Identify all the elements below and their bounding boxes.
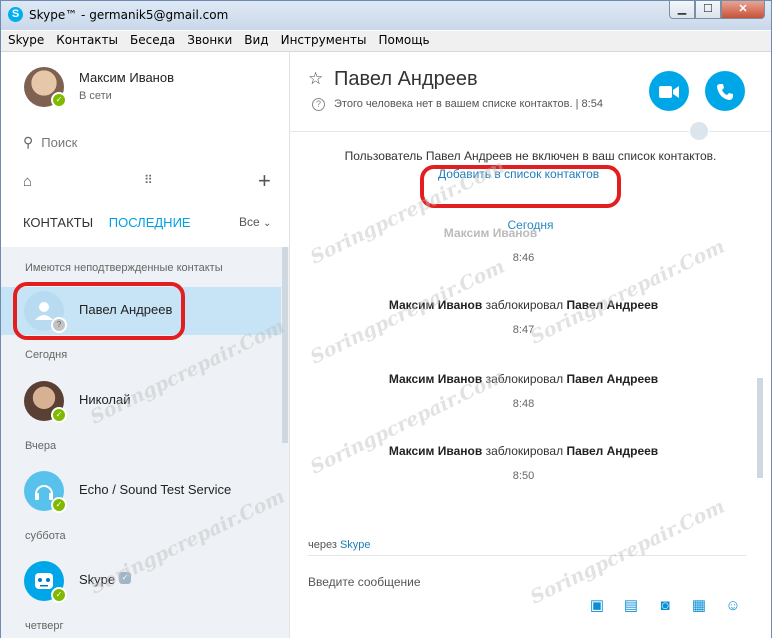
send-image-icon[interactable]: ▣ <box>586 597 608 615</box>
annotation-highlight-box <box>420 165 621 208</box>
menu-tools[interactable]: Инструменты <box>274 31 372 51</box>
info-icon: ? <box>312 98 325 111</box>
contact-name: Skype <box>79 572 116 587</box>
sidebar-tabs: КОНТАКТЫ ПОСЛЕДНИЕ <box>23 215 191 230</box>
tab-recent[interactable]: ПОСЛЕДНИЕ <box>109 215 191 230</box>
section-yesterday: Вчера <box>25 440 57 452</box>
via-skype-label: через Skype <box>308 539 371 551</box>
scrollbar-thumb[interactable] <box>757 378 763 478</box>
dialpad-icon[interactable]: ⠿ <box>144 173 153 187</box>
home-icon[interactable]: ⌂ <box>23 173 32 190</box>
conversation-scrollbar[interactable] <box>756 132 764 532</box>
online-status-icon: ✓ <box>51 587 67 603</box>
not-in-contacts-notice: Пользователь Павел Андреев не включен в … <box>344 149 717 163</box>
menu-conversation[interactable]: Беседа <box>123 31 180 51</box>
video-call-button[interactable] <box>649 71 689 111</box>
send-file-icon[interactable]: ▤ <box>620 597 642 615</box>
scrollbar-thumb[interactable] <box>282 247 288 443</box>
message-input[interactable]: Введите сообщение <box>308 575 421 589</box>
conversation-header: ☆ Павел Андреев ? Этого человека нет в в… <box>290 52 771 141</box>
audio-call-button[interactable] <box>705 71 745 111</box>
online-status-icon: ✓ <box>51 407 67 423</box>
event-time: 8:47 <box>512 324 535 336</box>
skype-link[interactable]: Skype <box>340 539 371 551</box>
event-time: 8:48 <box>512 398 535 410</box>
conversation-subtitle: Этого человека нет в вашем списке контак… <box>334 98 603 110</box>
menu-help[interactable]: Помощь <box>371 31 434 51</box>
menu-contacts[interactable]: Контакты <box>49 31 123 51</box>
message-time: 8:46 <box>512 252 535 264</box>
online-status-icon: ✓ <box>51 497 67 513</box>
globe-icon <box>689 121 709 141</box>
sidebar-scrollbar[interactable] <box>281 247 289 638</box>
conversation-title: Павел Андреев <box>334 68 478 90</box>
window-controls: ▁ ☐ ✕ <box>669 1 765 19</box>
skype-window: S Skype™ - germanik5@gmail.com ▁ ☐ ✕ Sky… <box>0 0 772 638</box>
event-message: Максим Иванов заблокировал Павел Андреев <box>388 298 659 312</box>
online-status-icon: ✓ <box>51 92 67 108</box>
video-message-icon[interactable]: ◙ <box>654 597 676 615</box>
compose-divider <box>308 555 746 556</box>
event-time: 8:50 <box>512 470 535 482</box>
annotation-highlight-box <box>13 282 185 340</box>
close-button[interactable]: ✕ <box>721 1 765 19</box>
verified-badge-icon: ✓ <box>119 572 131 584</box>
menu-skype[interactable]: Skype <box>1 31 49 51</box>
maximize-button[interactable]: ☐ <box>695 1 721 19</box>
menu-calls[interactable]: Звонки <box>180 31 237 51</box>
minimize-button[interactable]: ▁ <box>669 1 695 19</box>
contact-name: Echo / Sound Test Service <box>79 482 232 497</box>
contact-name: Николай <box>79 392 131 407</box>
contact-item-echo[interactable]: ✓ Echo / Sound Test Service <box>1 467 281 515</box>
faded-name: Максим Иванов <box>443 226 538 240</box>
menu-bar: Skype Контакты Беседа Звонки Вид Инструм… <box>1 31 771 52</box>
section-today: Сегодня <box>25 349 68 361</box>
section-thursday: четверг <box>25 620 64 632</box>
sidebar: ✓ Максим Иванов В сети ⚲ Поиск ⌂ ⠿ + КОНТ… <box>1 52 290 638</box>
menu-view[interactable]: Вид <box>237 31 273 51</box>
send-contact-icon[interactable]: ▦ <box>688 597 710 615</box>
favorite-star-icon[interactable]: ☆ <box>308 69 323 89</box>
section-unconfirmed: Имеются неподтвержденные контакты <box>25 262 223 274</box>
conversation-panel: ☆ Павел Андреев ? Этого человека нет в в… <box>290 52 771 638</box>
title-bar: S Skype™ - germanik5@gmail.com ▁ ☐ ✕ <box>1 1 771 30</box>
event-message: Максим Иванов заблокировал Павел Андреев <box>388 372 659 386</box>
emoticon-icon[interactable]: ☺ <box>722 597 744 615</box>
compose-toolbar: ▣ ▤ ◙ ▦ ☺ <box>586 597 744 615</box>
contact-item-nikolai[interactable]: ✓ Николай <box>1 377 281 425</box>
event-message: Максим Иванов заблокировал Павел Андреев <box>388 444 659 458</box>
section-saturday: суббота <box>25 530 66 542</box>
search-placeholder: Поиск <box>41 135 78 150</box>
tab-contacts[interactable]: КОНТАКТЫ <box>23 215 93 230</box>
contact-item-skype[interactable]: ✓ Skype ✓ <box>1 557 281 605</box>
profile-status[interactable]: В сети <box>79 90 112 102</box>
profile-name[interactable]: Максим Иванов <box>79 70 174 85</box>
search-icon: ⚲ <box>23 134 34 150</box>
skype-logo-icon: S <box>8 7 23 22</box>
add-contact-icon[interactable]: + <box>258 168 271 194</box>
window-title: Skype™ - germanik5@gmail.com <box>29 8 229 22</box>
search-box[interactable]: ⚲ Поиск <box>23 134 77 151</box>
